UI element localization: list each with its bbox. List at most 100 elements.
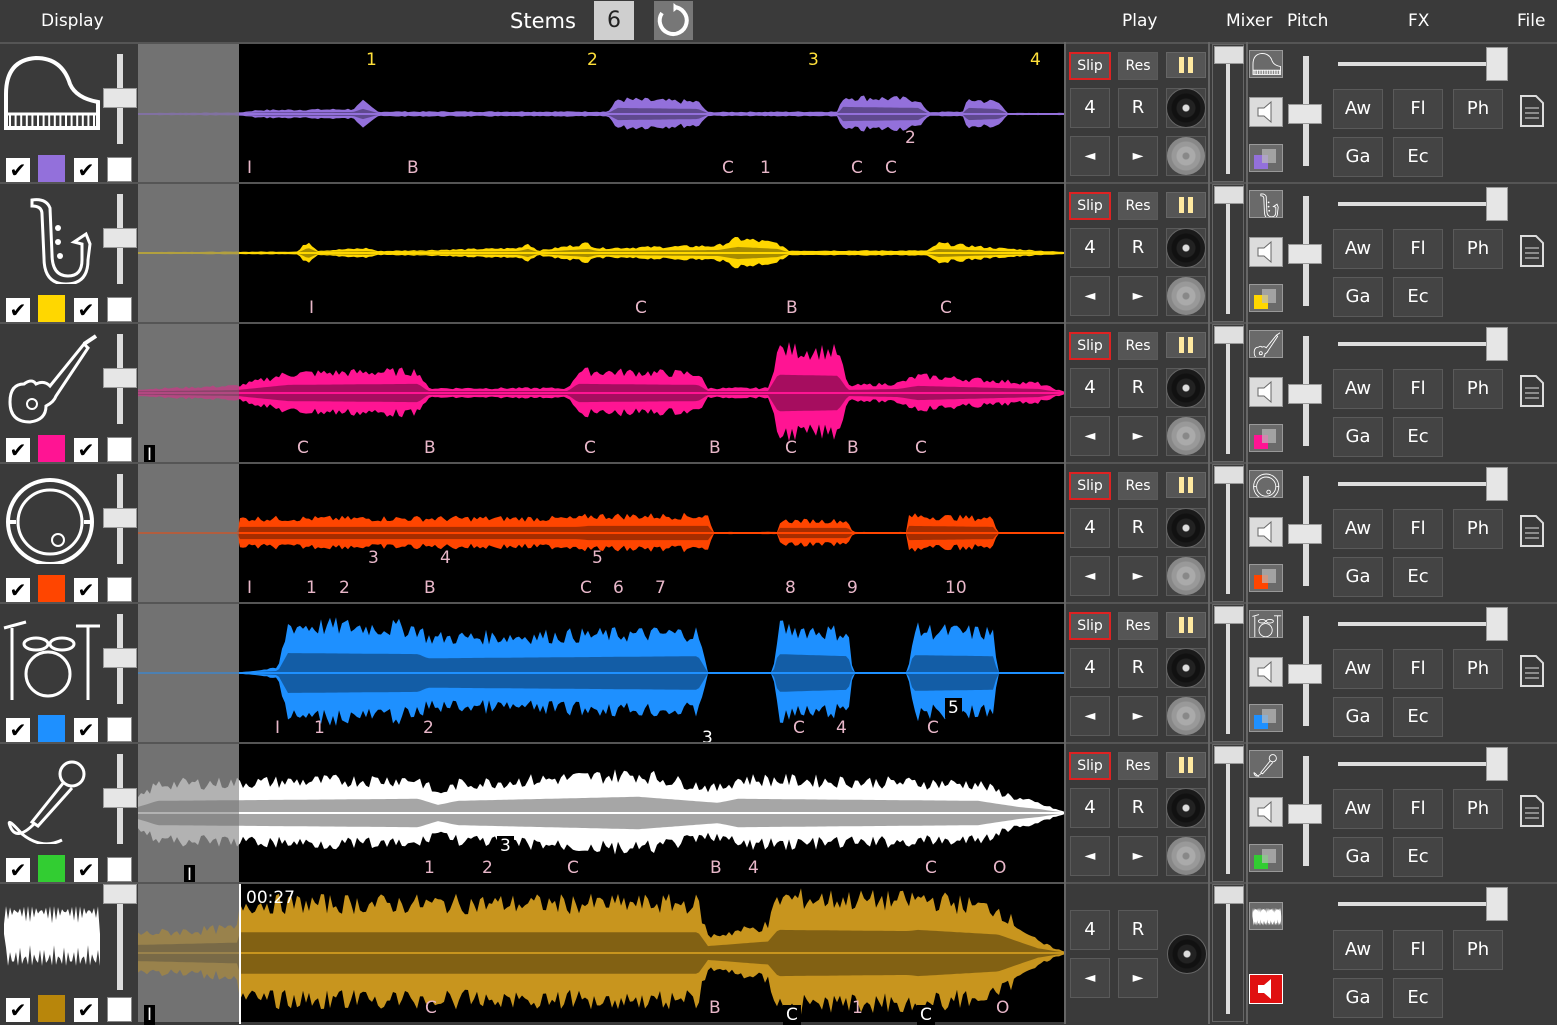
pause-button[interactable] [1166, 472, 1206, 498]
section-marker[interactable]: C [940, 298, 952, 318]
nudge-left-button[interactable]: ◄ [1070, 136, 1110, 176]
repeat-button[interactable]: R [1118, 88, 1158, 128]
fx-slider-track[interactable] [1338, 902, 1500, 906]
section-marker[interactable]: I [275, 718, 280, 738]
loop-count-button[interactable]: 4 [1070, 508, 1110, 548]
repeat-button[interactable]: R [1118, 508, 1158, 548]
fx-aw-button[interactable]: Aw [1333, 369, 1383, 409]
loop-count-button[interactable]: 4 [1070, 228, 1110, 268]
section-marker[interactable]: C [584, 438, 596, 458]
fx-ga-button[interactable]: Ga [1333, 697, 1383, 737]
mute-button[interactable] [1249, 377, 1283, 407]
fx-slider-track[interactable] [1338, 342, 1500, 346]
section-marker[interactable]: I [309, 298, 314, 318]
display-slider-thumb[interactable] [103, 788, 137, 808]
section-marker[interactable]: 5 [592, 548, 603, 568]
nudge-right-button[interactable]: ► [1118, 556, 1158, 596]
section-marker[interactable]: C [925, 858, 937, 878]
repeat-button[interactable]: R [1118, 368, 1158, 408]
fx-aw-button[interactable]: Aw [1333, 789, 1383, 829]
section-marker[interactable]: B [407, 158, 419, 178]
color-picker-button[interactable] [1249, 704, 1283, 732]
fx-slider-track[interactable] [1338, 202, 1500, 206]
nudge-right-button[interactable]: ► [1118, 696, 1158, 736]
slip-button[interactable]: Slip [1069, 52, 1111, 80]
pause-button[interactable] [1166, 52, 1206, 78]
fx-ph-button[interactable]: Ph [1453, 649, 1503, 689]
visible-checkbox[interactable]: ✔ [6, 858, 30, 882]
repeat-button[interactable]: R [1118, 228, 1158, 268]
section-marker[interactable]: 2 [423, 718, 434, 738]
color-swatch[interactable] [38, 575, 65, 602]
section-marker[interactable]: C [580, 578, 592, 598]
fx-aw-button[interactable]: Aw [1333, 89, 1383, 129]
section-marker[interactable]: B [709, 998, 721, 1018]
color-picker-button[interactable] [1249, 844, 1283, 872]
section-marker[interactable]: 2 [905, 128, 916, 148]
fx-ga-button[interactable]: Ga [1333, 277, 1383, 317]
empty-checkbox[interactable] [107, 157, 132, 182]
color-swatch[interactable] [38, 435, 65, 462]
nudge-left-button[interactable]: ◄ [1070, 958, 1110, 998]
pitch-slider-thumb[interactable] [1288, 384, 1322, 404]
nudge-right-button[interactable]: ► [1118, 136, 1158, 176]
empty-checkbox[interactable] [107, 437, 132, 462]
slip-button[interactable]: Slip [1069, 612, 1111, 640]
section-marker[interactable]: B [424, 438, 436, 458]
stem-icon-button[interactable] [1249, 190, 1283, 220]
fx-fl-button[interactable]: Fl [1393, 369, 1443, 409]
section-marker[interactable]: 8 [785, 578, 796, 598]
section-marker[interactable]: B [847, 438, 859, 458]
display-slider-thumb[interactable] [103, 508, 137, 528]
visible-checkbox[interactable]: ✔ [6, 718, 30, 742]
section-marker[interactable]: I [144, 1005, 156, 1025]
fx-fl-button[interactable]: Fl [1393, 509, 1443, 549]
stem-icon-button[interactable] [1249, 902, 1283, 930]
color-swatch[interactable] [38, 995, 65, 1022]
fx-ec-button[interactable]: Ec [1393, 137, 1443, 177]
pause-button[interactable] [1166, 192, 1206, 218]
empty-checkbox[interactable] [107, 997, 132, 1022]
fx-slider-thumb[interactable] [1486, 467, 1508, 501]
loop-count-button[interactable]: 4 [1070, 368, 1110, 408]
vinyl-icon[interactable] [1167, 934, 1207, 974]
enabled-checkbox[interactable]: ✔ [74, 298, 98, 322]
mixer-fader-thumb[interactable] [1214, 606, 1244, 624]
nudge-right-button[interactable]: ► [1118, 836, 1158, 876]
mixer-fader-thumb[interactable] [1214, 186, 1244, 204]
section-marker[interactable]: C [783, 1005, 801, 1025]
section-marker[interactable]: C [722, 158, 734, 178]
fx-slider-thumb[interactable] [1486, 887, 1508, 921]
enabled-checkbox[interactable]: ✔ [74, 578, 98, 602]
fx-slider-thumb[interactable] [1486, 47, 1508, 81]
section-marker[interactable]: C [885, 158, 897, 178]
loop-count-button[interactable]: 4 [1070, 788, 1110, 828]
visible-checkbox[interactable]: ✔ [6, 438, 30, 462]
display-slider-thumb[interactable] [103, 648, 137, 668]
nudge-left-button[interactable]: ◄ [1070, 836, 1110, 876]
fx-ga-button[interactable]: Ga [1333, 557, 1383, 597]
color-swatch[interactable] [38, 155, 65, 182]
file-document-icon[interactable] [1518, 374, 1546, 408]
nudge-right-button[interactable]: ► [1118, 276, 1158, 316]
pause-button[interactable] [1166, 332, 1206, 358]
fx-aw-button[interactable]: Aw [1333, 930, 1383, 970]
fx-ph-button[interactable]: Ph [1453, 789, 1503, 829]
slip-button[interactable]: Slip [1069, 472, 1111, 500]
section-marker[interactable]: I [247, 158, 252, 178]
section-marker[interactable]: C [297, 438, 309, 458]
section-marker[interactable]: C [915, 438, 927, 458]
section-marker[interactable]: B [710, 858, 722, 878]
enabled-checkbox[interactable]: ✔ [74, 998, 98, 1022]
fx-slider-thumb[interactable] [1486, 607, 1508, 641]
nudge-right-button[interactable]: ► [1118, 416, 1158, 456]
mixer-fader-thumb[interactable] [1214, 746, 1244, 764]
stem-icon-button[interactable] [1249, 610, 1283, 639]
section-marker[interactable]: C [567, 858, 579, 878]
section-marker[interactable]: 1 [424, 858, 435, 878]
section-marker[interactable]: C [425, 998, 437, 1018]
fx-ec-button[interactable]: Ec [1393, 697, 1443, 737]
stems-count-field[interactable]: 6 [594, 1, 634, 40]
res-button[interactable]: Res [1118, 52, 1158, 80]
mute-button[interactable] [1249, 797, 1283, 827]
